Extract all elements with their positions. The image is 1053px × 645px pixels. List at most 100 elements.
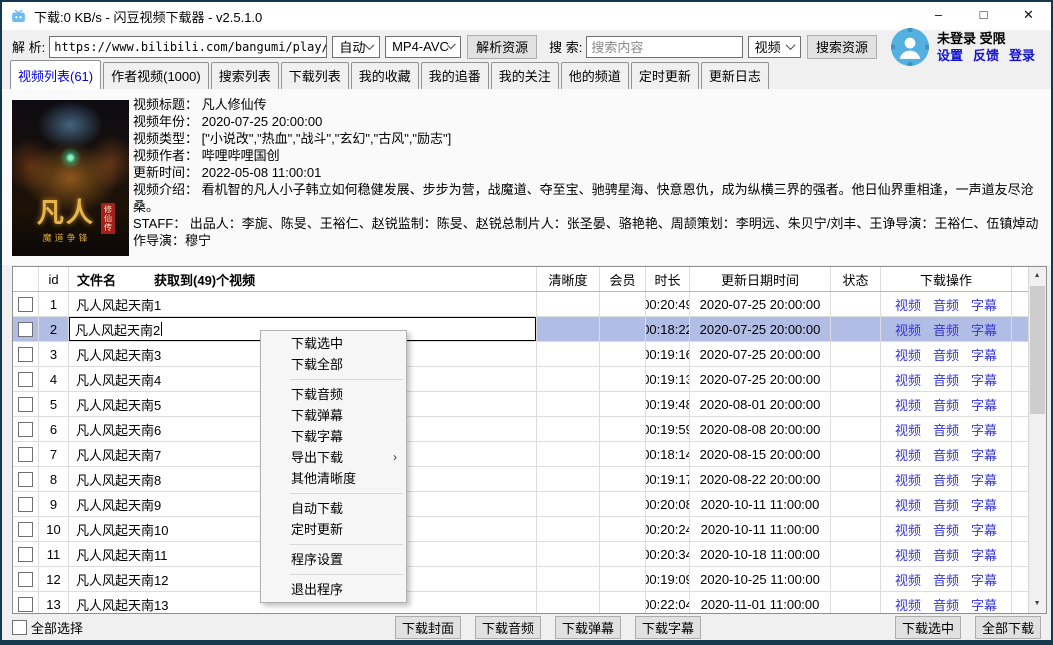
subtitle-link[interactable]: 字幕: [971, 445, 997, 464]
select-all-checkbox[interactable]: [12, 620, 27, 635]
menu-item-exit-program[interactable]: 退出程序: [261, 579, 406, 600]
tab-scheduled-update[interactable]: 定时更新: [631, 62, 699, 89]
subtitle-link[interactable]: 字幕: [971, 545, 997, 564]
menu-item-download-subtitle[interactable]: 下载字幕: [261, 426, 406, 447]
audio-link[interactable]: 音频: [933, 520, 959, 539]
video-link[interactable]: 视频: [895, 370, 921, 389]
table-row[interactable]: 2凡人风起天南200:18:222020-07-25 20:00:00视频音频字…: [13, 317, 1028, 342]
video-link[interactable]: 视频: [895, 520, 921, 539]
vertical-scrollbar[interactable]: ▲ ▼: [1028, 267, 1046, 613]
audio-link[interactable]: 音频: [933, 545, 959, 564]
url-input[interactable]: https://www.bilibili.com/bangumi/play/ep…: [49, 36, 327, 58]
search-input[interactable]: 搜索内容: [586, 36, 742, 58]
video-link[interactable]: 视频: [895, 570, 921, 589]
parse-resource-button[interactable]: 解析资源: [467, 35, 537, 59]
row-checkbox[interactable]: [18, 347, 33, 362]
tab-my-bangumi[interactable]: 我的追番: [421, 62, 489, 89]
subtitle-link[interactable]: 字幕: [971, 395, 997, 414]
table-row[interactable]: 4凡人风起天南400:19:132020-07-25 20:00:00视频音频字…: [13, 367, 1028, 392]
menu-item-scheduled-update[interactable]: 定时更新: [261, 519, 406, 540]
maximize-button[interactable]: □: [961, 2, 1006, 30]
subtitle-link[interactable]: 字幕: [971, 520, 997, 539]
audio-link[interactable]: 音频: [933, 395, 959, 414]
mode-select[interactable]: 自动: [332, 36, 380, 58]
audio-link[interactable]: 音频: [933, 570, 959, 589]
subtitle-link[interactable]: 字幕: [971, 420, 997, 439]
audio-link[interactable]: 音频: [933, 420, 959, 439]
download-cover-button[interactable]: 下载封面: [395, 616, 461, 639]
row-checkbox[interactable]: [18, 397, 33, 412]
subtitle-link[interactable]: 字幕: [971, 345, 997, 364]
menu-item-export-download[interactable]: 导出下载›: [261, 447, 406, 468]
video-link[interactable]: 视频: [895, 470, 921, 489]
row-checkbox[interactable]: [18, 322, 33, 337]
audio-link[interactable]: 音频: [933, 595, 959, 614]
row-checkbox[interactable]: [18, 422, 33, 437]
table-row[interactable]: 7凡人风起天南700:18:142020-08-15 20:00:00视频音频字…: [13, 442, 1028, 467]
video-link[interactable]: 视频: [895, 320, 921, 339]
audio-link[interactable]: 音频: [933, 445, 959, 464]
login-link[interactable]: 登录: [1009, 48, 1035, 63]
tab-his-channel[interactable]: 他的频道: [561, 62, 629, 89]
audio-link[interactable]: 音频: [933, 320, 959, 339]
search-resource-button[interactable]: 搜索资源: [807, 35, 877, 59]
settings-link[interactable]: 设置: [937, 48, 963, 63]
row-checkbox[interactable]: [18, 547, 33, 562]
menu-item-download-danmaku[interactable]: 下载弹幕: [261, 405, 406, 426]
audio-link[interactable]: 音频: [933, 470, 959, 489]
format-select[interactable]: MP4-AVC: [385, 36, 461, 58]
row-checkbox[interactable]: [18, 372, 33, 387]
scroll-down-icon[interactable]: ▼: [1029, 596, 1045, 612]
row-checkbox[interactable]: [18, 297, 33, 312]
tab-author-videos[interactable]: 作者视频(1000): [103, 62, 209, 89]
table-row[interactable]: 11凡人风起天南1100:20:342020-10-18 11:00:00视频音…: [13, 542, 1028, 567]
download-all-button[interactable]: 全部下载: [975, 616, 1041, 639]
row-checkbox[interactable]: [18, 522, 33, 537]
menu-item-download-selected[interactable]: 下载选中: [261, 333, 406, 354]
download-selected-button[interactable]: 下载选中: [895, 616, 961, 639]
table-row[interactable]: 8凡人风起天南800:19:172020-08-22 20:00:00视频音频字…: [13, 467, 1028, 492]
menu-item-download-all[interactable]: 下载全部: [261, 354, 406, 375]
video-link[interactable]: 视频: [895, 395, 921, 414]
row-checkbox[interactable]: [18, 572, 33, 587]
download-subtitle-button[interactable]: 下载字幕: [635, 616, 701, 639]
subtitle-link[interactable]: 字幕: [971, 295, 997, 314]
video-link[interactable]: 视频: [895, 420, 921, 439]
video-link[interactable]: 视频: [895, 545, 921, 564]
table-row[interactable]: 1凡人风起天南100:20:492020-07-25 20:00:00视频音频字…: [13, 292, 1028, 317]
row-checkbox[interactable]: [18, 597, 33, 612]
table-row[interactable]: 10凡人风起天南1000:20:242020-10-11 11:00:00视频音…: [13, 517, 1028, 542]
row-checkbox[interactable]: [18, 472, 33, 487]
scroll-up-icon[interactable]: ▲: [1029, 268, 1045, 284]
audio-link[interactable]: 音频: [933, 495, 959, 514]
subtitle-link[interactable]: 字幕: [971, 370, 997, 389]
table-row[interactable]: 6凡人风起天南600:19:592020-08-08 20:00:00视频音频字…: [13, 417, 1028, 442]
scrollbar-thumb[interactable]: [1030, 286, 1045, 414]
close-button[interactable]: ✕: [1006, 2, 1051, 30]
audio-link[interactable]: 音频: [933, 295, 959, 314]
row-filename[interactable]: 凡人风起天南1: [69, 292, 537, 316]
table-row[interactable]: 12凡人风起天南1200:19:092020-10-25 11:00:00视频音…: [13, 567, 1028, 592]
subtitle-link[interactable]: 字幕: [971, 495, 997, 514]
menu-item-other-quality[interactable]: 其他清晰度: [261, 468, 406, 489]
minimize-button[interactable]: –: [916, 2, 961, 30]
table-row[interactable]: 3凡人风起天南300:19:162020-07-25 20:00:00视频音频字…: [13, 342, 1028, 367]
row-checkbox[interactable]: [18, 497, 33, 512]
subtitle-link[interactable]: 字幕: [971, 320, 997, 339]
menu-item-program-settings[interactable]: 程序设置: [261, 549, 406, 570]
video-link[interactable]: 视频: [895, 445, 921, 464]
row-checkbox[interactable]: [18, 447, 33, 462]
download-danmaku-button[interactable]: 下载弹幕: [555, 616, 621, 639]
user-avatar-icon[interactable]: [891, 28, 929, 66]
menu-item-auto-download[interactable]: 自动下载: [261, 498, 406, 519]
video-link[interactable]: 视频: [895, 595, 921, 614]
table-row[interactable]: 9凡人风起天南900:20:082020-10-11 11:00:00视频音频字…: [13, 492, 1028, 517]
audio-link[interactable]: 音频: [933, 345, 959, 364]
tab-update-log[interactable]: 更新日志: [701, 62, 769, 89]
subtitle-link[interactable]: 字幕: [971, 470, 997, 489]
tab-my-favorites[interactable]: 我的收藏: [351, 62, 419, 89]
menu-item-download-audio[interactable]: 下载音频: [261, 384, 406, 405]
table-row[interactable]: 5凡人风起天南500:19:482020-08-01 20:00:00视频音频字…: [13, 392, 1028, 417]
search-type-select[interactable]: 视频: [748, 36, 801, 58]
video-link[interactable]: 视频: [895, 295, 921, 314]
